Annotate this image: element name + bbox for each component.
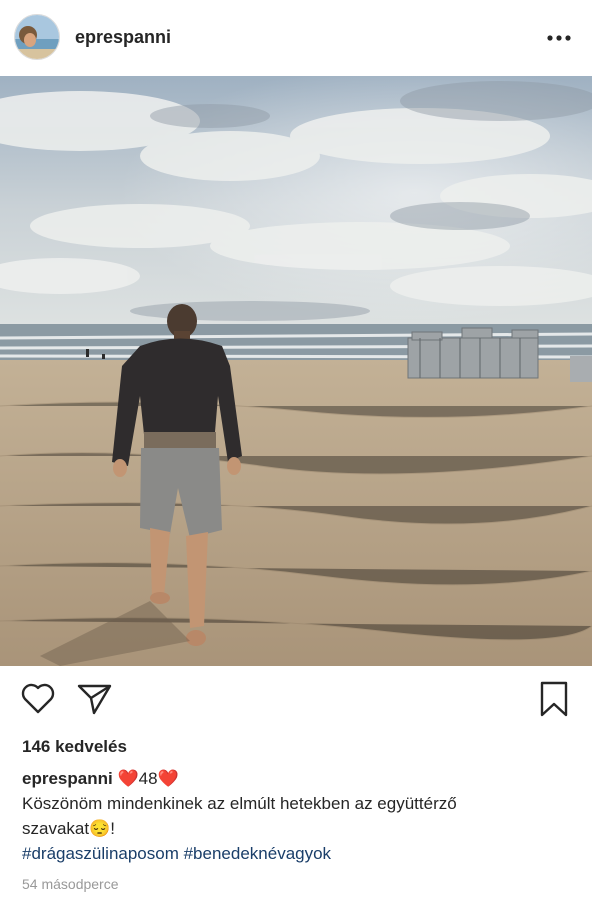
caption-username[interactable]: eprespanni — [22, 769, 113, 788]
bookmark-icon[interactable] — [534, 678, 574, 718]
likes-count[interactable]: 146 kedvelés — [22, 737, 127, 757]
heart-outline-icon[interactable] — [18, 678, 58, 718]
post-header: eprespanni — [0, 0, 592, 76]
post-photo[interactable] — [0, 76, 592, 666]
pensive-emoji: 😔 — [89, 819, 111, 838]
post-timestamp: 54 másodperce — [22, 876, 119, 892]
post-username[interactable]: eprespanni — [75, 27, 171, 48]
more-horizontal-icon[interactable] — [545, 26, 575, 50]
caption-line: szavakat — [22, 819, 90, 838]
post-actions — [0, 678, 592, 722]
paper-plane-icon[interactable] — [74, 678, 114, 718]
caption-line: Köszönöm mindenkinek az elmúlt hetekben … — [22, 794, 457, 813]
heart-emoji: ❤️ — [157, 769, 179, 788]
post-caption: eprespanni ❤️48❤️ Köszönöm mindenkinek a… — [22, 766, 572, 866]
heart-emoji: ❤️ — [117, 769, 139, 788]
caption-number: 48 — [138, 769, 158, 788]
caption-exclamation: ! — [110, 819, 115, 838]
caption-hashtags[interactable]: #drágaszülinaposom #benedeknévagyok — [22, 841, 572, 866]
avatar[interactable] — [14, 14, 60, 60]
